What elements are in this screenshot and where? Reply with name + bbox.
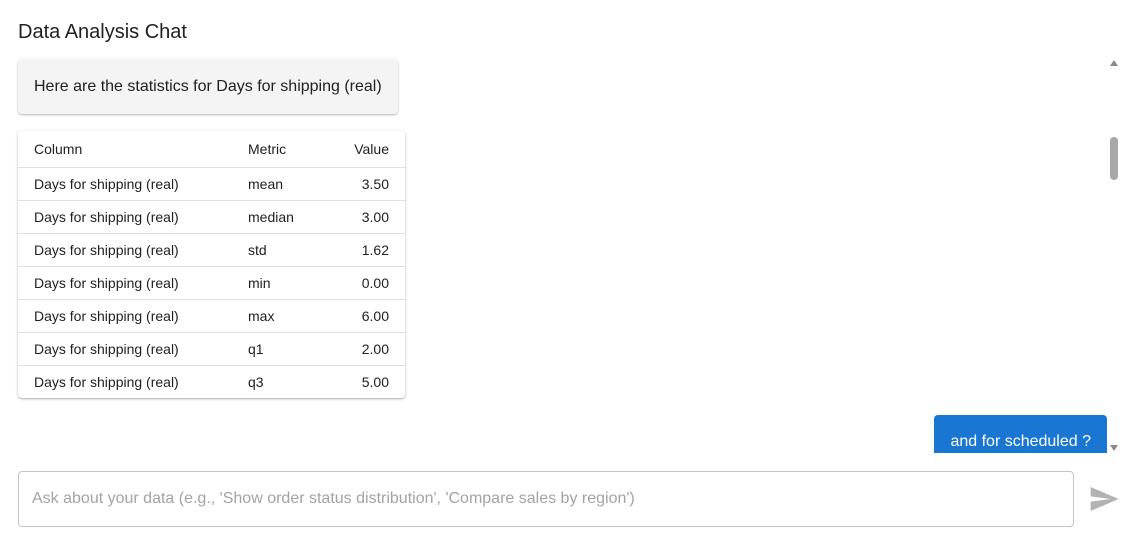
cell-metric: mean (232, 167, 338, 201)
send-button[interactable] (1088, 483, 1120, 515)
cell-value: 6.00 (338, 299, 405, 333)
cell-column: Days for shipping (real) (18, 299, 232, 333)
user-message: and for scheduled ? (934, 415, 1107, 453)
cell-column: Days for shipping (real) (18, 233, 232, 267)
table-row: Days for shipping (real) max 6.00 (18, 299, 405, 333)
cell-metric: median (232, 200, 338, 234)
header-metric: Metric (232, 131, 338, 168)
table-row: Days for shipping (real) mean 3.50 (18, 167, 405, 201)
table-row: Days for shipping (real) q3 5.00 (18, 366, 405, 399)
chat-input-row (18, 471, 1122, 527)
statistics-table-card: Column Metric Value Days for shipping (r… (18, 131, 405, 398)
scroll-up-arrow-icon[interactable] (1110, 60, 1118, 66)
cell-metric: max (232, 299, 338, 333)
cell-metric: q1 (232, 332, 338, 366)
table-row: Days for shipping (real) std 1.62 (18, 233, 405, 267)
message-list[interactable]: Here are the statistics for Days for shi… (0, 56, 1108, 453)
message-list-scrollbar[interactable] (1107, 56, 1121, 453)
send-icon (1090, 487, 1119, 511)
cell-metric: q3 (248, 374, 264, 390)
cell-column: Days for shipping (real) (18, 167, 232, 201)
bot-message: Here are the statistics for Days for shi… (18, 59, 398, 114)
statistics-table: Column Metric Value Days for shipping (r… (18, 131, 405, 398)
table-row: Days for shipping (real) q1 2.00 (18, 332, 405, 366)
chat-input[interactable] (18, 471, 1074, 527)
table-row: Days for shipping (real) median 3.00 (18, 200, 405, 234)
cell-value: 1.62 (338, 233, 405, 267)
cell-column: Days for shipping (real) (18, 266, 232, 300)
cell-metric: std (232, 233, 338, 267)
scroll-down-arrow-icon[interactable] (1110, 445, 1118, 451)
cell-column: Days for shipping (real) (18, 332, 232, 366)
header-value: Value (338, 131, 405, 168)
cell-value: 2.00 (338, 332, 405, 366)
cell-column: Days for shipping (real) (34, 374, 179, 390)
chat-app: Data Analysis Chat Here are the statisti… (0, 0, 1138, 549)
cell-value: 5.00 (361, 374, 389, 390)
cell-value: 3.00 (338, 200, 405, 234)
cell-metric: min (232, 266, 338, 300)
cell-value: 0.00 (338, 266, 405, 300)
table-row: Days for shipping (real) min 0.00 (18, 266, 405, 300)
table-header-row: Column Metric Value (18, 131, 405, 168)
cell-column: Days for shipping (real) (18, 200, 232, 234)
scrollbar-thumb[interactable] (1110, 137, 1118, 180)
header-column: Column (18, 131, 232, 168)
page-title: Data Analysis Chat (18, 21, 187, 43)
cell-value: 3.50 (338, 167, 405, 201)
